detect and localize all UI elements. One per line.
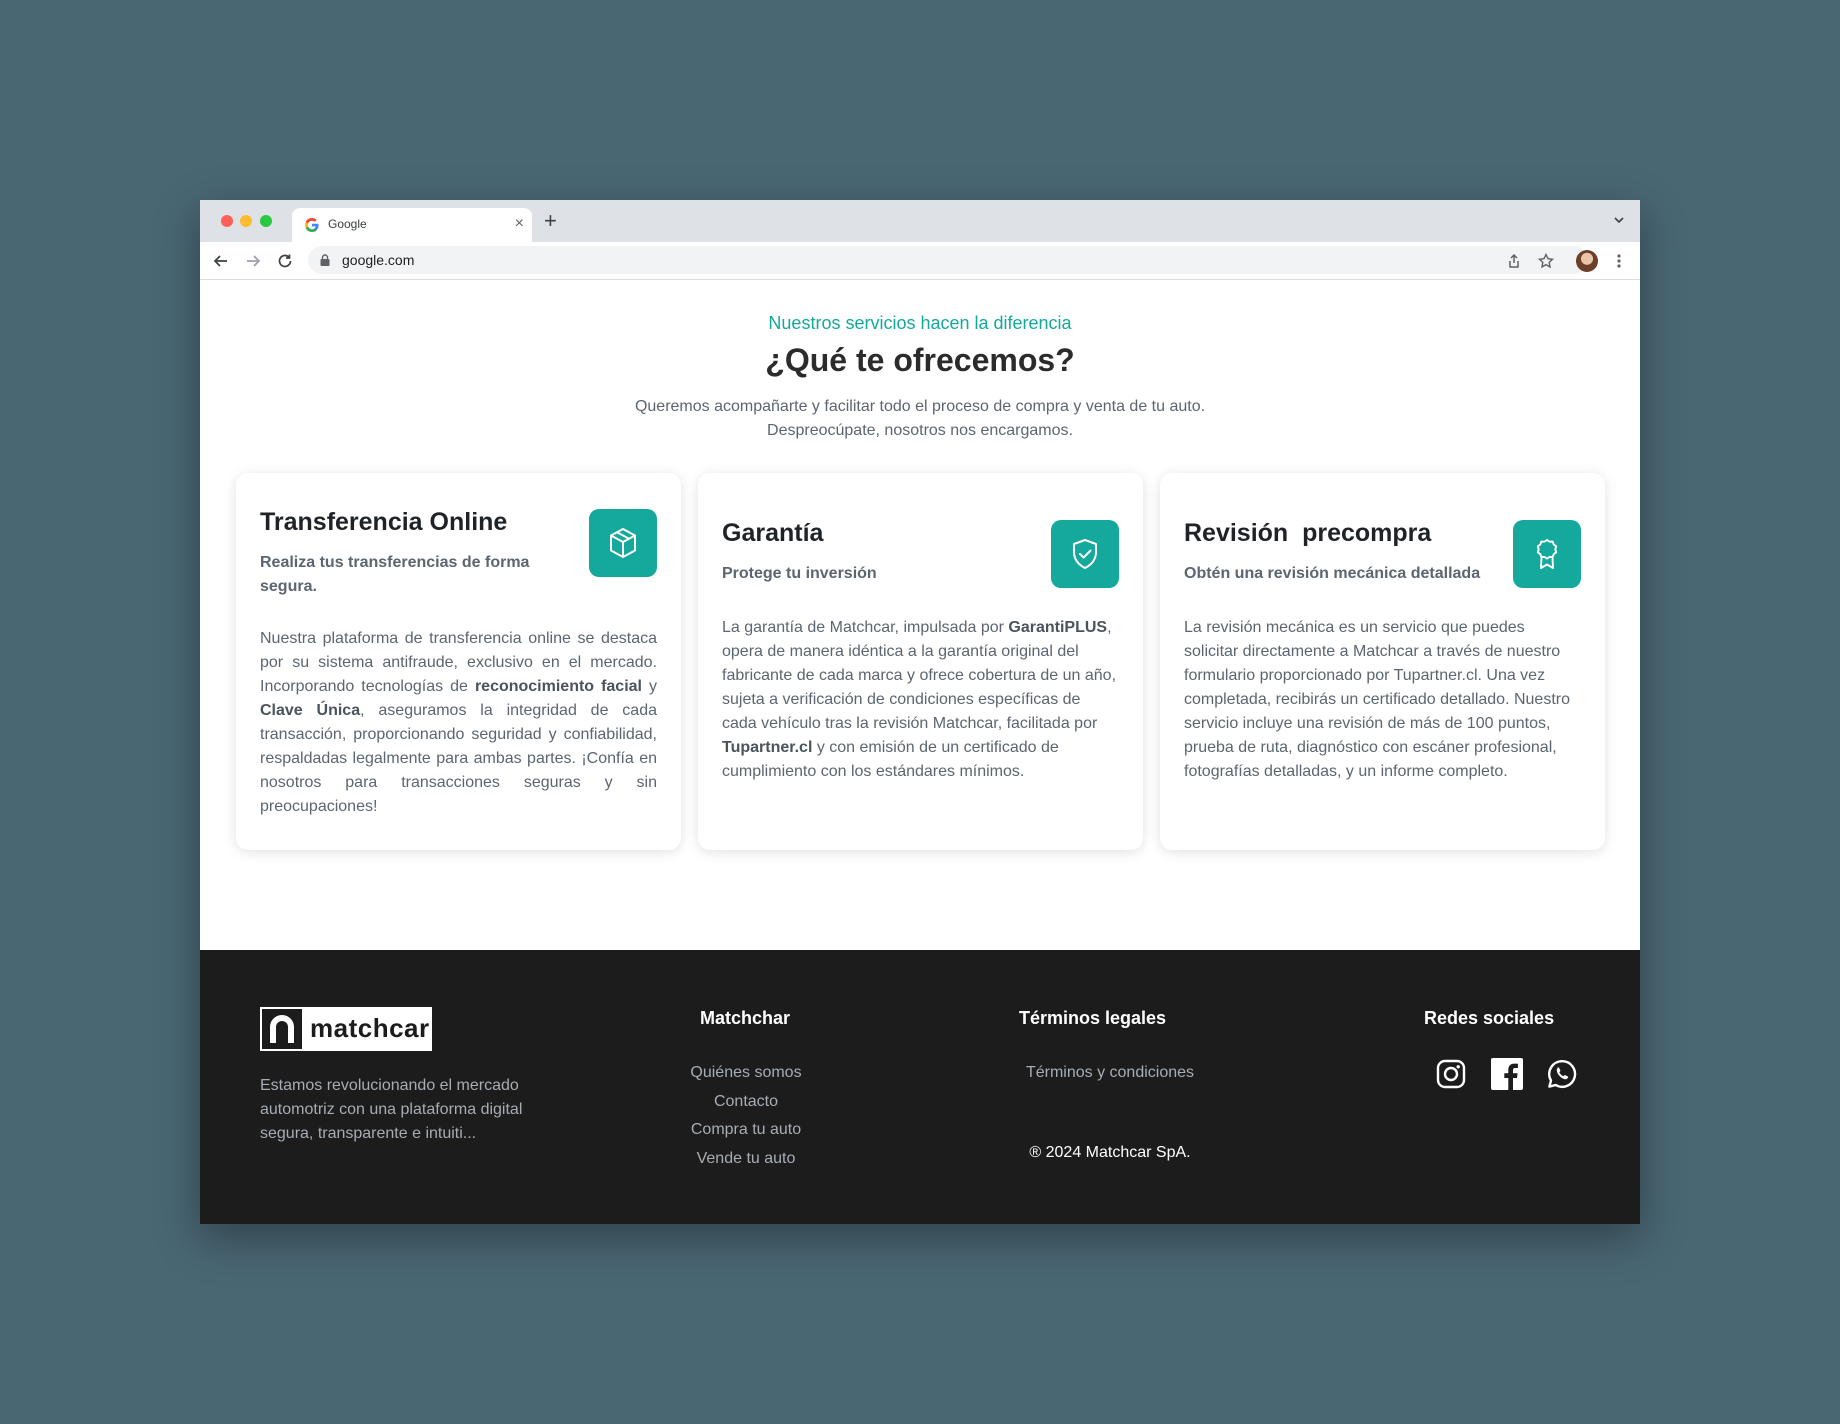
back-icon[interactable] [212, 252, 230, 270]
service-card-revision: Revisión precompra Obtén una revisión me… [1160, 473, 1605, 850]
footer-col-matchchar-title: Matchchar [700, 1008, 791, 1028]
service-card-garantia: Garantía Protege tu inversión La garantí… [698, 473, 1143, 850]
close-tab-icon[interactable]: × [515, 214, 524, 234]
matchcar-logo[interactable]: matchcar [260, 1007, 432, 1051]
reload-icon[interactable] [276, 252, 294, 270]
award-icon [1536, 539, 1558, 569]
card-icon-badge [1051, 520, 1119, 588]
browser-window: Google × + google.com Nuestros servicios… [200, 200, 1640, 1224]
card-body-text: La garantía de Matchcar, impulsada por [722, 619, 1009, 636]
card-body-strong: reconocimiento facial [474, 678, 642, 695]
share-icon[interactable] [1505, 252, 1523, 270]
facebook-icon[interactable] [1491, 1058, 1523, 1090]
card-subtitle: Obtén una revisión mecánica detallada [1184, 565, 1481, 582]
section-title: ¿Qué te ofrecemos? [765, 342, 1075, 378]
section-lead: Queremos acompañarte y facilitar todo el… [200, 395, 1640, 443]
card-body-strong: Tupartner.cl [722, 739, 813, 756]
footer-col-legal-title: Términos legales [1019, 1008, 1167, 1028]
profile-avatar[interactable] [1576, 250, 1598, 272]
close-window-button[interactable] [221, 215, 233, 227]
google-favicon-icon [305, 218, 319, 232]
card-subtitle: Realiza tus transferencias de forma segu… [260, 554, 530, 595]
card-title: Revisión precompra [1184, 519, 1432, 547]
tab-title: Google [328, 217, 367, 231]
new-tab-button[interactable]: + [544, 208, 557, 234]
url-text: google.com [342, 252, 415, 268]
browser-toolbar: google.com [200, 242, 1640, 280]
section-eyebrow: Nuestros servicios hacen la diferencia [768, 313, 1072, 333]
instagram-icon[interactable] [1435, 1058, 1467, 1090]
card-title: Transferencia Online [260, 508, 508, 536]
footer-link-terminos[interactable]: Términos y condiciones [1010, 1059, 1210, 1088]
footer-link-quienes-somos[interactable]: Quiénes somos [646, 1059, 846, 1088]
forward-icon[interactable] [244, 252, 262, 270]
card-body-strong: Clave Única [260, 702, 361, 719]
footer-col-matchchar-links: Quiénes somos Contacto Compra tu auto Ve… [646, 1059, 846, 1173]
minimize-window-button[interactable] [240, 215, 252, 227]
footer-description: Estamos revolucionando el mercado automo… [260, 1077, 523, 1142]
kebab-menu-icon[interactable] [1610, 252, 1628, 270]
card-body: La garantía de Matchcar, impulsada por G… [722, 616, 1119, 784]
card-body: Nuestra plataforma de transferencia onli… [260, 627, 657, 819]
section-lead-line-2: Despreocúpate, nosotros nos encargamos. [767, 422, 1073, 439]
section-lead-line-1: Queremos acompañarte y facilitar todo el… [634, 398, 1206, 415]
logo-wordmark: matchcar [310, 1013, 430, 1043]
service-card-transferencia: Transferencia Online Realiza tus transfe… [236, 473, 681, 850]
matchcar-logo-mark [262, 1009, 302, 1049]
site-footer: matchcar Estamos revolucionando el merca… [200, 950, 1640, 1224]
whatsapp-icon[interactable] [1546, 1058, 1578, 1090]
card-body: La revisión mecánica es un servicio que … [1184, 619, 1570, 780]
footer-link-contacto[interactable]: Contacto [646, 1088, 846, 1117]
lock-icon [320, 254, 330, 266]
arch-logo-icon [270, 1015, 294, 1043]
footer-copyright: ® 2024 Matchcar SpA. [1029, 1144, 1191, 1161]
footer-col-social-title: Redes sociales [1424, 1008, 1555, 1028]
bookmark-star-icon[interactable] [1537, 252, 1555, 270]
shield-check-icon [1073, 539, 1097, 569]
box-icon [610, 528, 636, 558]
card-body-text: y [642, 678, 658, 695]
footer-link-vende[interactable]: Vende tu auto [646, 1145, 846, 1174]
card-subtitle: Protege tu inversión [722, 565, 877, 582]
maximize-window-button[interactable] [260, 215, 272, 227]
address-bar[interactable]: google.com [308, 246, 1588, 274]
card-title: Garantía [722, 519, 824, 547]
card-body-strong: GarantiPLUS [1008, 619, 1108, 636]
browser-tab[interactable]: Google × [292, 208, 532, 242]
card-icon-badge [1513, 520, 1581, 588]
tab-strip: Google × + [200, 200, 1640, 242]
footer-col-legal-links: Términos y condiciones [1010, 1059, 1210, 1088]
footer-link-compra[interactable]: Compra tu auto [646, 1116, 846, 1145]
page-content: Nuestros servicios hacen la diferencia ¿… [200, 280, 1640, 1224]
chevron-down-icon[interactable] [1612, 213, 1626, 227]
card-icon-badge [589, 509, 657, 577]
